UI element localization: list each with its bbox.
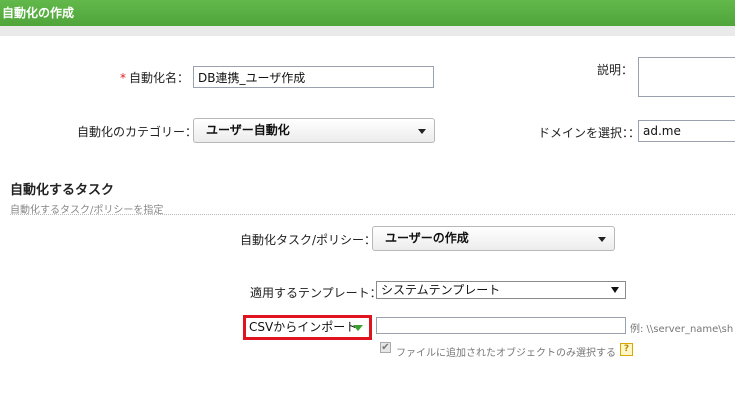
domain-label: ドメインを選択：： — [538, 126, 641, 140]
csv-path-input[interactable] — [376, 317, 626, 334]
section-divider — [10, 214, 735, 215]
only-added-objects-checkbox[interactable]: ✔ — [380, 342, 391, 353]
tasks-section-title: 自動化するタスク — [10, 183, 115, 198]
help-icon[interactable]: ? — [620, 343, 633, 356]
chevron-down-icon — [598, 237, 606, 242]
domain-input[interactable] — [638, 120, 735, 142]
template-value: システムテンプレート — [381, 283, 501, 297]
description-label: 説明： — [597, 63, 634, 77]
task-policy-label: 自動化タスク/ポリシー： — [240, 233, 377, 247]
page-title: 自動化の作成 — [2, 6, 75, 20]
automation-name-input[interactable] — [193, 66, 434, 88]
category-label: 自動化のカテゴリー： — [77, 125, 198, 139]
template-select[interactable]: システムテンプレート — [376, 281, 626, 299]
chevron-down-icon — [418, 129, 426, 134]
path-example-hint: 例: \\server_name\sh — [630, 324, 734, 335]
header-strip — [0, 26, 735, 36]
task-policy-value: ユーザーの作成 — [385, 231, 469, 245]
import-source-value: CSVからインポート — [249, 320, 358, 334]
dropdown-arrow-icon — [611, 287, 619, 293]
automation-name-label: * 自動化名： — [120, 71, 190, 85]
template-label: 適用するテンプレート： — [250, 286, 382, 300]
only-added-objects-label: ファイルに追加されたオブジェクトのみ選択する — [396, 348, 616, 359]
category-value: ユーザー自動化 — [206, 123, 290, 137]
required-asterisk: * — [120, 71, 126, 85]
page-header: 自動化の作成 — [0, 0, 735, 26]
import-source-select[interactable]: CSVからインポート — [243, 315, 372, 340]
task-policy-select[interactable]: ユーザーの作成 — [372, 226, 615, 251]
category-select[interactable]: ユーザー自動化 — [193, 118, 435, 143]
chevron-down-icon — [353, 325, 363, 331]
description-textarea[interactable] — [638, 57, 735, 97]
